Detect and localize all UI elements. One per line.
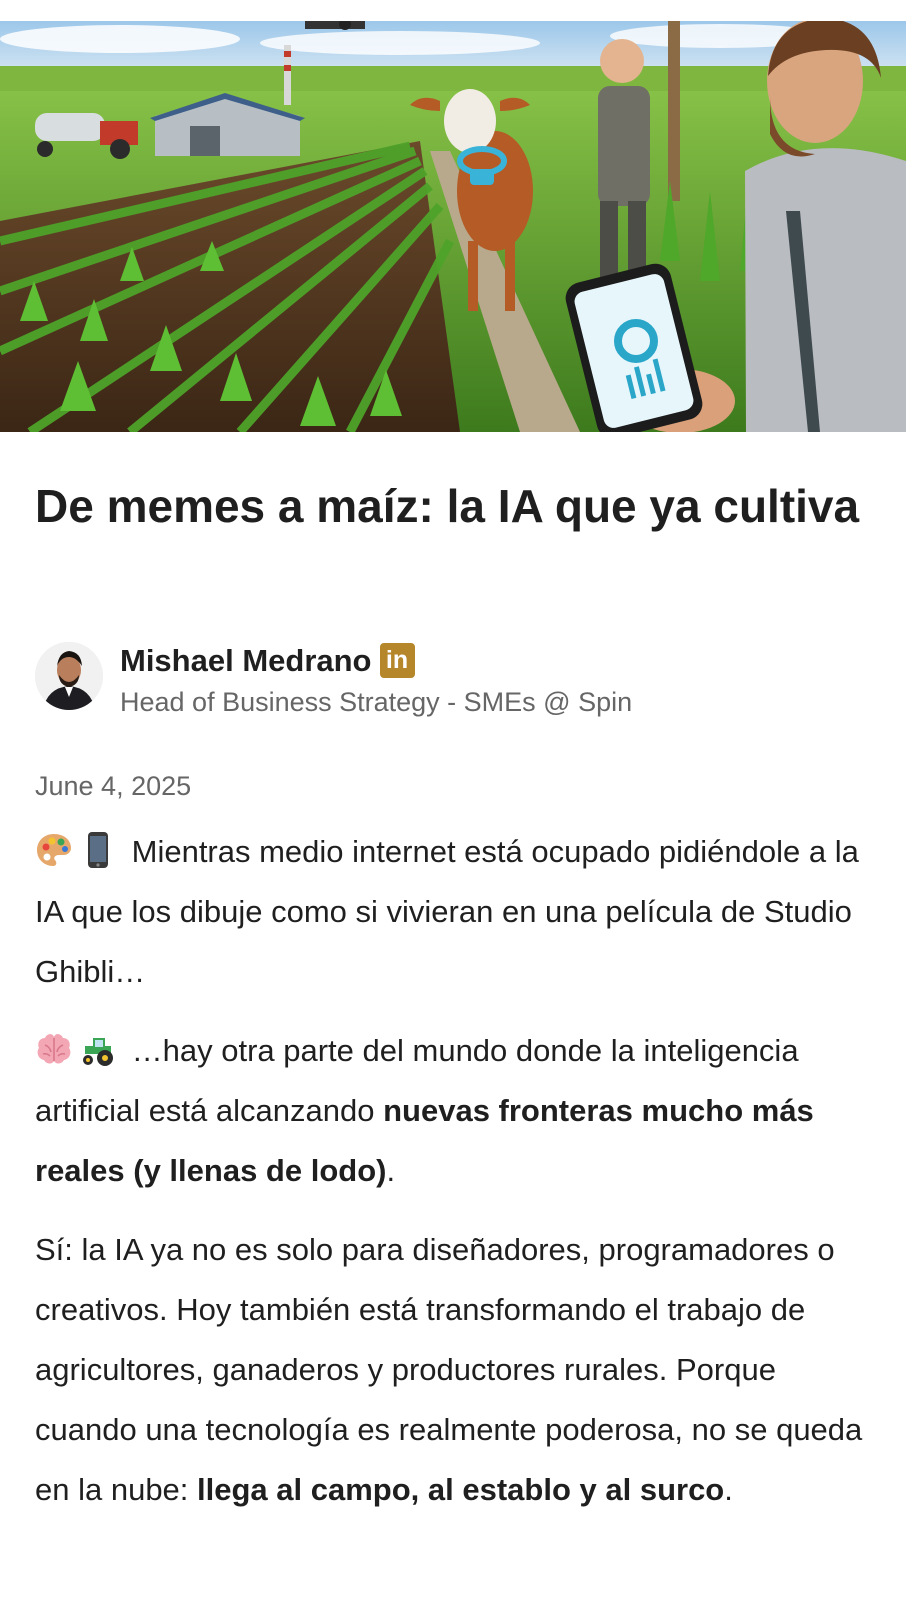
article-cover-image[interactable] <box>0 21 906 432</box>
mobile-phone-icon <box>88 832 108 868</box>
status-bar-area <box>0 0 906 21</box>
paragraph-field-impact-end: . <box>724 1472 733 1507</box>
brain-icon <box>37 1034 71 1064</box>
paragraph-intro-text: Mientras medio internet está ocupado pid… <box>35 834 859 989</box>
tractor-icon <box>83 1038 113 1066</box>
article-title: De memes a maíz: la IA que ya cultiva <box>35 480 860 532</box>
author-headline: Head of Business Strategy - SMEs @ Spin <box>120 687 633 717</box>
author-card[interactable]: Mishael Medrano in Head of Business Strat… <box>35 640 875 717</box>
paragraph-field-impact-emphasis: llega al campo, al establo y al surco <box>197 1472 725 1507</box>
author-name-row[interactable]: Mishael Medrano in <box>120 642 415 680</box>
paragraph-intro: Mientras medio internet está ocupado pid… <box>35 822 875 1002</box>
paragraph-ai-frontiers-end: . <box>386 1153 396 1188</box>
paragraph-ai-frontiers: …hay otra parte del mundo donde la intel… <box>35 1021 875 1201</box>
farm-ai-illustration <box>0 21 906 432</box>
paragraph-field-impact-text: Sí: la IA ya no es solo para diseñadores… <box>35 1232 863 1507</box>
palette-icon <box>37 834 71 866</box>
author-name[interactable]: Mishael Medrano <box>120 643 372 678</box>
author-avatar[interactable] <box>35 642 103 710</box>
publish-date: June 4, 2025 <box>35 771 192 801</box>
paragraph-field-impact: Sí: la IA ya no es solo para diseñadores… <box>35 1220 875 1520</box>
linkedin-icon: in <box>379 643 415 678</box>
person-avatar-icon <box>35 642 103 710</box>
